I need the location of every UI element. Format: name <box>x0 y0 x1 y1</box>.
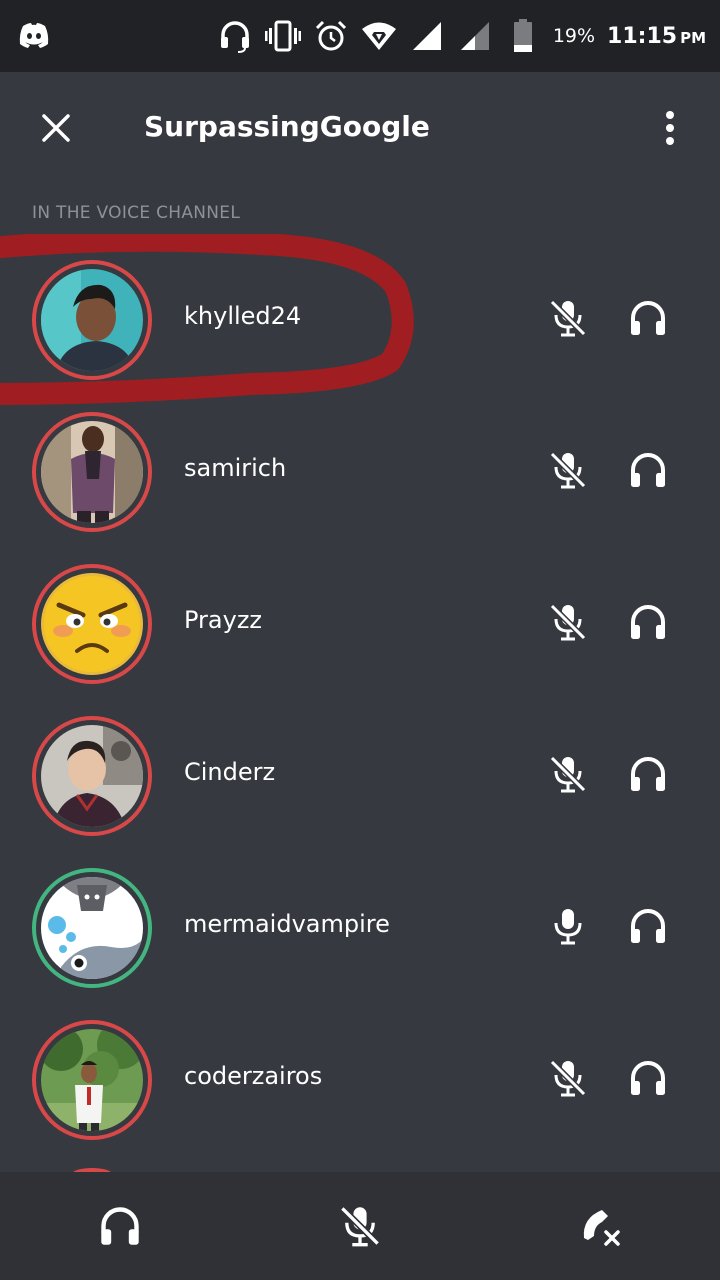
avatar <box>32 564 152 684</box>
member-name: Cinderz <box>184 758 276 786</box>
mic-muted-icon <box>548 602 588 642</box>
mic-icon <box>548 906 588 946</box>
headphones-icon <box>101 1207 139 1245</box>
more-options-button[interactable] <box>646 104 694 152</box>
header: SurpassingGoogle <box>0 72 720 184</box>
battery-percent: 19% <box>552 25 596 47</box>
avatar <box>32 716 152 836</box>
clock: 11:15 PM <box>607 23 706 49</box>
member-name: samirich <box>184 454 287 482</box>
mic-muted-icon <box>340 1206 380 1247</box>
more-vert-icon <box>666 111 674 145</box>
list-item[interactable]: coderzairos <box>0 1002 720 1154</box>
wifi-icon <box>361 18 397 54</box>
battery-icon <box>505 18 541 54</box>
page-title: SurpassingGoogle <box>144 110 430 143</box>
list-item[interactable]: khylled24 <box>0 242 720 394</box>
section-label: IN THE VOICE CHANNEL <box>32 203 241 223</box>
close-button[interactable] <box>30 102 82 154</box>
voice-controls-bar <box>0 1172 720 1280</box>
member-name: khylled24 <box>184 302 302 330</box>
mic-muted-icon <box>548 1058 588 1098</box>
headphones-icon <box>628 298 668 338</box>
member-name: coderzairos <box>184 1062 323 1090</box>
signal-icon-2 <box>457 18 493 54</box>
headphones-icon <box>628 754 668 794</box>
alarm-icon <box>313 18 349 54</box>
headphones-icon <box>628 602 668 642</box>
list-item[interactable]: Prayzz <box>0 546 720 698</box>
mic-muted-icon <box>548 298 588 338</box>
mic-muted-icon <box>548 754 588 794</box>
mute-button[interactable] <box>336 1202 384 1250</box>
list-item[interactable]: mermaidvampire <box>0 850 720 1002</box>
headphones-icon <box>628 450 668 490</box>
avatar <box>32 868 152 988</box>
headset-icon <box>217 18 253 54</box>
headphones-icon <box>628 906 668 946</box>
list-item[interactable]: Cinderz <box>0 698 720 850</box>
headphones-icon <box>628 1058 668 1098</box>
signal-icon <box>409 18 445 54</box>
list-item[interactable]: samirich <box>0 394 720 546</box>
avatar <box>32 1020 152 1140</box>
disconnect-button[interactable] <box>576 1202 624 1250</box>
close-icon <box>42 114 70 142</box>
vibrate-icon <box>264 18 301 54</box>
mic-muted-icon <box>548 450 588 490</box>
member-name: Prayzz <box>184 606 263 634</box>
hangup-icon <box>583 1210 620 1246</box>
deafen-button[interactable] <box>96 1202 144 1250</box>
status-bar: 19% 11:15 PM <box>0 0 720 72</box>
avatar <box>32 412 152 532</box>
discord-icon <box>18 22 50 50</box>
avatar <box>32 260 152 380</box>
member-name: mermaidvampire <box>184 910 390 938</box>
